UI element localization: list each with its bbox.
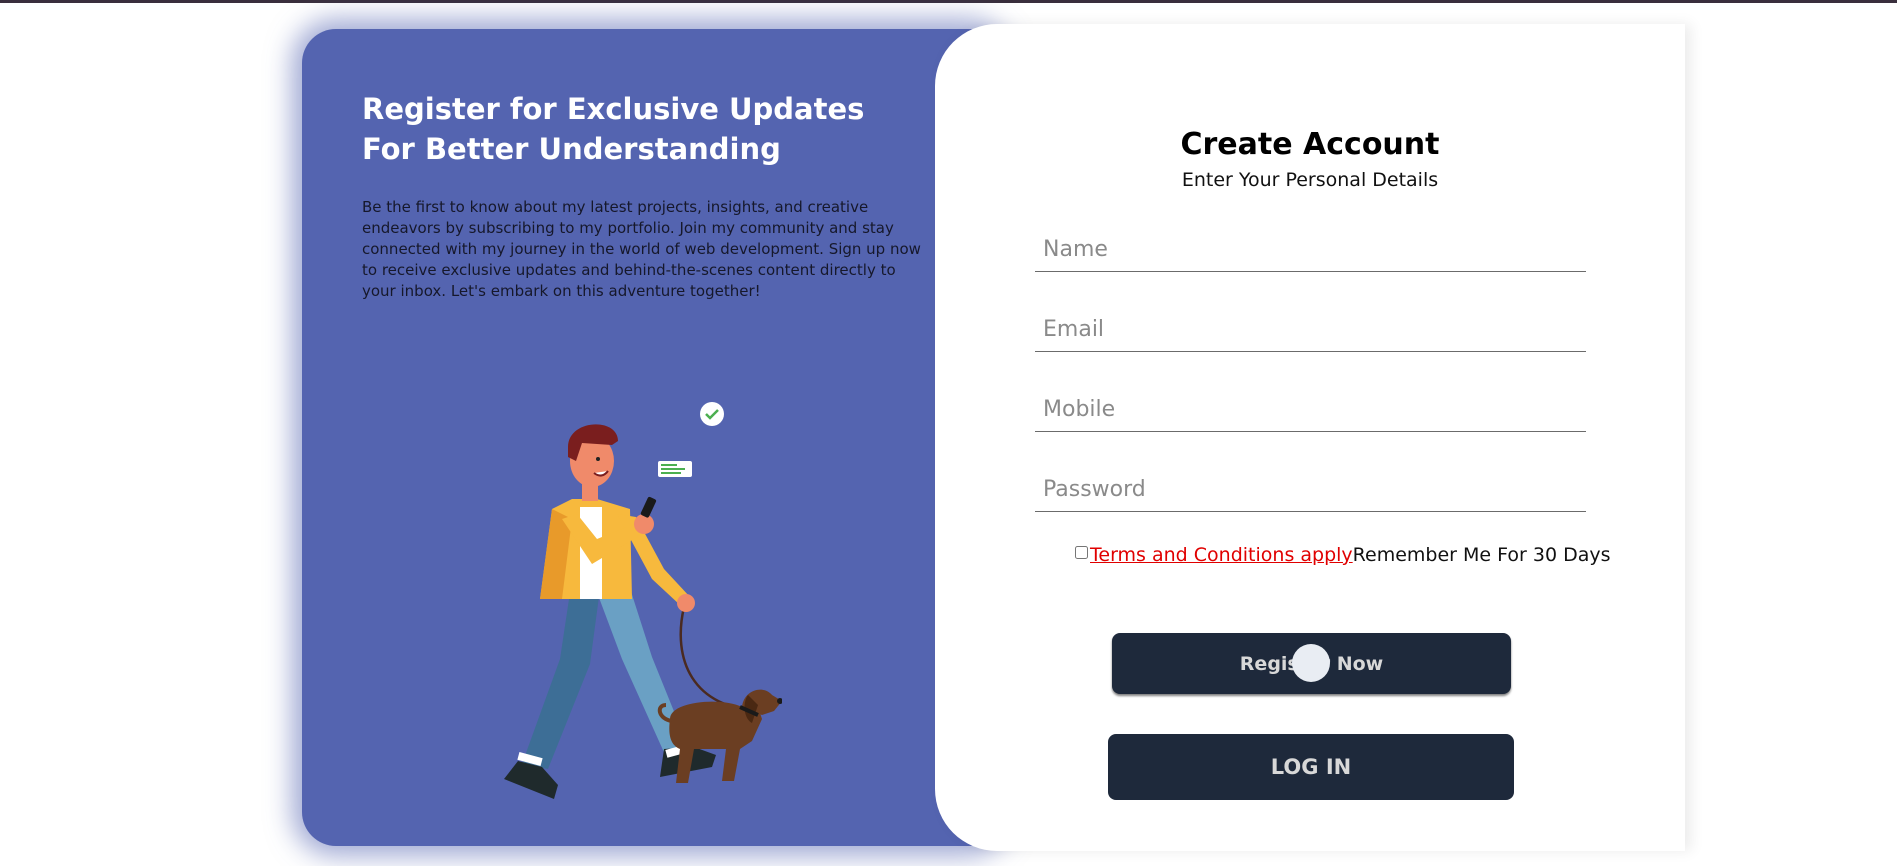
- remember-checkbox[interactable]: [1075, 544, 1088, 560]
- form-title: Create Account: [1180, 127, 1440, 162]
- form-subtitle: Enter Your Personal Details: [1181, 169, 1439, 191]
- mobile-input[interactable]: [1035, 388, 1586, 432]
- password-input[interactable]: [1035, 468, 1586, 512]
- register-form-panel: Create Account Enter Your Personal Detai…: [935, 24, 1685, 851]
- terms-row: Terms and Conditions apply Remember Me F…: [1075, 541, 1611, 569]
- login-button[interactable]: LOG IN: [1108, 734, 1514, 800]
- terms-link[interactable]: Terms and Conditions apply: [1090, 544, 1353, 566]
- top-border: [0, 0, 1897, 3]
- remember-label: Remember Me For 30 Days: [1352, 544, 1611, 566]
- man-walking-dog-illustration: [504, 402, 782, 799]
- name-input[interactable]: [1035, 228, 1586, 272]
- promo-title: Register for Exclusive Updates For Bette…: [362, 92, 865, 166]
- promo-description: Be the first to know about my latest pro…: [362, 198, 921, 300]
- register-button[interactable]: Register Now: [1112, 633, 1511, 694]
- promo-panel: Register for Exclusive Updates For Bette…: [302, 29, 1002, 846]
- email-input[interactable]: [1035, 308, 1586, 352]
